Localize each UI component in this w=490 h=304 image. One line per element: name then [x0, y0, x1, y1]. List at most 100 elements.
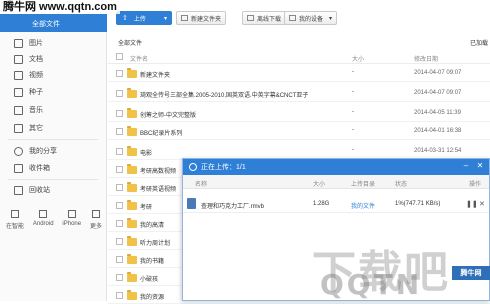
row-checkbox[interactable]	[116, 202, 123, 209]
column-header-name[interactable]: 文件名	[130, 54, 148, 63]
phone-icon	[67, 210, 76, 218]
android-icon	[39, 210, 48, 218]
column-header-size[interactable]: 大小	[352, 54, 364, 63]
file-name[interactable]: 考研高数视频	[140, 166, 176, 175]
device-more[interactable]: 更多	[90, 210, 102, 230]
folder-icon	[127, 218, 137, 228]
device-pc[interactable]: 在智能	[6, 210, 24, 230]
sidebar-item-images[interactable]: 图片	[14, 36, 43, 50]
file-date: 2014-04-07 09:07	[414, 70, 462, 76]
file-name[interactable]: 琦观全传号三部全集.2005-2010.国英双语.中英字幕&CNCT亚子	[140, 90, 308, 99]
table-row[interactable]: 创筹之师-中文完整版 - 2014-04-05 11:39	[108, 106, 490, 122]
share-icon	[14, 146, 23, 156]
row-checkbox[interactable]	[116, 90, 123, 97]
row-checkbox[interactable]	[116, 220, 123, 227]
device-label: iPhone	[62, 221, 82, 227]
device-iphone[interactable]: iPhone	[62, 210, 81, 230]
table-row[interactable]: BBC纪录片系列 - 2014-04-01 16:38	[108, 124, 490, 140]
column-header-target: 上传目录	[351, 182, 376, 188]
toolbar: ⇧ 上传 ▾ 新建文件夹 离线下载 我的设备 ▾	[108, 8, 490, 28]
file-name[interactable]: 我的资源	[140, 292, 164, 301]
row-checkbox[interactable]	[116, 166, 123, 173]
offline-download-label: 离线下载	[257, 16, 282, 23]
sidebar-item-label: 收件箱	[29, 165, 50, 172]
folder-icon	[127, 146, 137, 156]
upload-icon: ⇧	[122, 15, 128, 22]
watermark-top: 腾牛网 www.qqtn.com	[0, 0, 120, 14]
device-label: 更多	[89, 224, 102, 230]
sidebar: 全部文件 图片 文档 视频 种子 音乐 其它 我的分享 收件箱 回收站 在智能 …	[0, 0, 107, 301]
sidebar-item-label: 图片	[29, 40, 43, 47]
row-checkbox[interactable]	[116, 184, 123, 191]
device-label: Android	[32, 221, 54, 227]
row-checkbox[interactable]	[116, 148, 123, 155]
upload-status-icon	[189, 163, 197, 171]
file-name[interactable]: 新建文件夹	[140, 70, 170, 79]
file-table-header: 文件名 大小 修改日期	[108, 50, 490, 64]
file-name[interactable]: 我的高清	[140, 220, 164, 229]
file-name[interactable]: 我的书籍	[140, 256, 164, 265]
table-row[interactable]: 新建文件夹 - 2014-04-07 09:07	[108, 66, 490, 82]
sidebar-item-documents[interactable]: 文档	[14, 52, 43, 66]
table-row[interactable]: 琦观全传号三部全集.2005-2010.国英双语.中英字幕&CNCT亚子 - 2…	[108, 86, 490, 102]
sidebar-item-label: 文档	[29, 56, 43, 63]
image-icon	[14, 38, 23, 48]
row-checkbox[interactable]	[116, 110, 123, 117]
file-name[interactable]: 电影	[140, 148, 152, 157]
sidebar-item-other[interactable]: 其它	[14, 121, 43, 135]
more-icon	[91, 210, 100, 218]
file-name[interactable]: 考研英语视频	[140, 184, 176, 193]
upload-panel-title: 正在上传：1/1	[201, 164, 246, 171]
device-label: 在智能	[6, 224, 25, 230]
sidebar-item-torrents[interactable]: 种子	[14, 85, 43, 99]
file-date: 2014-04-01 16:38	[414, 128, 462, 134]
sidebar-item-all-files[interactable]: 全部文件	[0, 14, 107, 32]
select-all-checkbox[interactable]	[116, 53, 123, 60]
pause-icon[interactable]: ❚❚	[466, 200, 478, 208]
watermark-badge: 腾牛网	[452, 266, 490, 280]
breadcrumb[interactable]: 全部文件	[118, 38, 142, 47]
minimize-icon[interactable]: –	[461, 161, 471, 170]
row-checkbox[interactable]	[116, 70, 123, 77]
file-size: -	[352, 89, 354, 95]
offline-download-button[interactable]: 离线下载	[242, 11, 287, 25]
file-name[interactable]: 小破孩	[140, 274, 158, 283]
sidebar-item-videos[interactable]: 视频	[14, 68, 43, 82]
file-name[interactable]: 创筹之师-中文完整版	[140, 110, 196, 119]
sidebar-item-label: 音乐	[29, 107, 43, 114]
row-checkbox[interactable]	[116, 128, 123, 135]
column-header-size: 大小	[313, 182, 326, 188]
sidebar-item-label: 其它	[29, 125, 43, 132]
upload-button[interactable]: ⇧ 上传 ▾	[116, 11, 172, 25]
upload-table-header: 名称 大小 上传目录 状态 操作	[183, 175, 489, 189]
sidebar-divider	[8, 139, 98, 140]
sidebar-item-recycle-bin[interactable]: 回收站	[14, 183, 50, 197]
my-devices-button[interactable]: 我的设备 ▾	[284, 11, 338, 25]
download-icon	[247, 15, 254, 21]
new-folder-button[interactable]: 新建文件夹	[176, 11, 227, 25]
device-android[interactable]: Android	[33, 210, 54, 230]
row-checkbox[interactable]	[116, 238, 123, 245]
folder-icon	[127, 68, 137, 78]
file-date: 2014-04-07 09:07	[414, 90, 462, 96]
sidebar-item-music[interactable]: 音乐	[14, 103, 43, 117]
file-name[interactable]: BBC纪录片系列	[140, 128, 182, 137]
sidebar-item-my-share[interactable]: 我的分享	[14, 144, 57, 158]
cancel-upload-icon[interactable]: ✕	[479, 200, 485, 208]
my-devices-label: 我的设备	[299, 16, 324, 23]
device-icon	[289, 15, 296, 21]
upload-target-link[interactable]: 我的文件	[351, 201, 375, 210]
file-name[interactable]: 考研	[140, 202, 152, 211]
upload-status: 1%(747.71 KB/s)	[395, 201, 441, 207]
folder-icon	[127, 272, 137, 282]
file-name[interactable]: 听力周计划	[140, 238, 170, 247]
close-icon[interactable]: ✕	[475, 161, 485, 170]
sidebar-item-inbox[interactable]: 收件箱	[14, 161, 50, 175]
row-checkbox[interactable]	[116, 256, 123, 263]
column-header-date[interactable]: 修改日期	[414, 54, 438, 63]
chevron-down-icon[interactable]: ▾	[164, 15, 167, 22]
row-checkbox[interactable]	[116, 274, 123, 281]
trash-icon	[14, 185, 23, 195]
row-checkbox[interactable]	[116, 292, 123, 299]
upload-item-row[interactable]: 查理和巧克力工厂.rmvb 1.28G 我的文件 1%(747.71 KB/s)…	[183, 195, 489, 213]
